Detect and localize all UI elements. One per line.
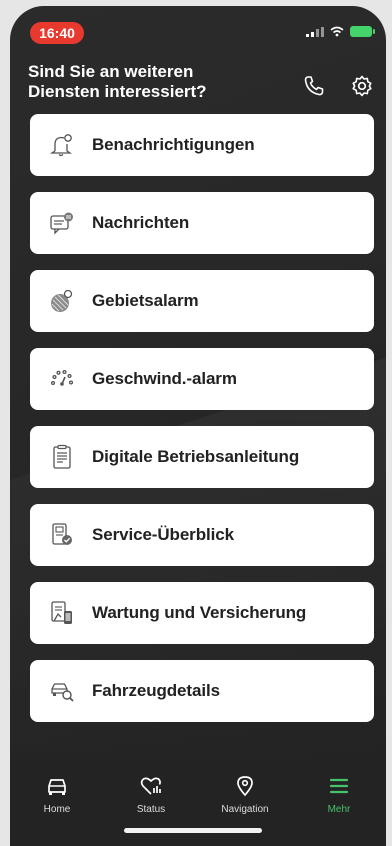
service-item-service-overview[interactable]: Service-Überblick xyxy=(30,504,374,566)
battery-icon xyxy=(350,26,375,37)
service-item-label: Gebietsalarm xyxy=(92,291,199,310)
message-icon xyxy=(46,207,78,239)
service-item-notifications[interactable]: Benachrichtigungen xyxy=(30,114,374,176)
tab-label: Navigation xyxy=(221,804,269,815)
status-time: 16:40 xyxy=(30,22,84,44)
location-pin-icon xyxy=(236,774,254,798)
tab-label: Mehr xyxy=(327,804,351,815)
area-alarm-icon xyxy=(46,285,78,317)
service-item-label: Fahrzeugdetails xyxy=(92,681,220,700)
tab-bar: Home Status Navigation Mehr xyxy=(10,762,386,846)
service-item-digital-manual[interactable]: Digitale Betriebsanleitung xyxy=(30,426,374,488)
status-icons xyxy=(306,26,375,37)
call-button[interactable] xyxy=(300,72,328,100)
manual-icon xyxy=(46,441,78,473)
service-item-messages[interactable]: Nachrichten xyxy=(30,192,374,254)
service-item-label: Wartung und Versicherung xyxy=(92,603,307,622)
status-bar: 16:40 xyxy=(10,6,386,50)
service-item-speed-alarm[interactable]: Geschwind.-alarm xyxy=(30,348,374,410)
app-screen: 16:40 Sind Sie an weiteren Diensten inter… xyxy=(10,6,386,846)
gear-icon xyxy=(352,75,372,97)
tab-label: Status xyxy=(136,804,166,815)
page-header: Sind Sie an weiteren Diensten interessier… xyxy=(28,62,258,102)
wifi-icon xyxy=(330,26,344,37)
service-item-area-alarm[interactable]: Gebietsalarm xyxy=(30,270,374,332)
settings-button[interactable] xyxy=(348,72,376,100)
bell-icon xyxy=(46,129,78,161)
service-item-label: Digitale Betriebsanleitung xyxy=(92,447,300,466)
menu-icon xyxy=(329,774,349,798)
phone-icon xyxy=(304,76,324,96)
service-item-maintenance-insurance[interactable]: Wartung und Versicherung xyxy=(30,582,374,644)
service-list: Benachrichtigungen Nachrichten Gebietsal… xyxy=(30,114,374,738)
tab-status[interactable]: Status xyxy=(104,762,198,846)
tab-label: Home xyxy=(43,804,71,815)
maintenance-insurance-icon xyxy=(46,597,78,629)
car-icon xyxy=(46,774,68,798)
tab-navigation[interactable]: Navigation xyxy=(198,762,292,846)
service-item-label: Nachrichten xyxy=(92,213,190,232)
service-item-vehicle-details[interactable]: Fahrzeugdetails xyxy=(30,660,374,722)
service-overview-icon xyxy=(46,519,78,551)
speedometer-icon xyxy=(46,363,78,395)
tab-home[interactable]: Home xyxy=(10,762,104,846)
heart-status-icon xyxy=(140,774,162,798)
service-item-label: Geschwind.-alarm xyxy=(92,369,237,388)
vehicle-details-icon xyxy=(46,675,78,707)
page-title: Sind Sie an weiteren Diensten interessier… xyxy=(28,62,207,101)
tab-more[interactable]: Mehr xyxy=(292,762,386,846)
signal-icon xyxy=(306,26,324,37)
service-item-label: Service-Überblick xyxy=(92,525,234,544)
home-indicator[interactable] xyxy=(124,828,262,833)
service-item-label: Benachrichtigungen xyxy=(92,135,255,154)
